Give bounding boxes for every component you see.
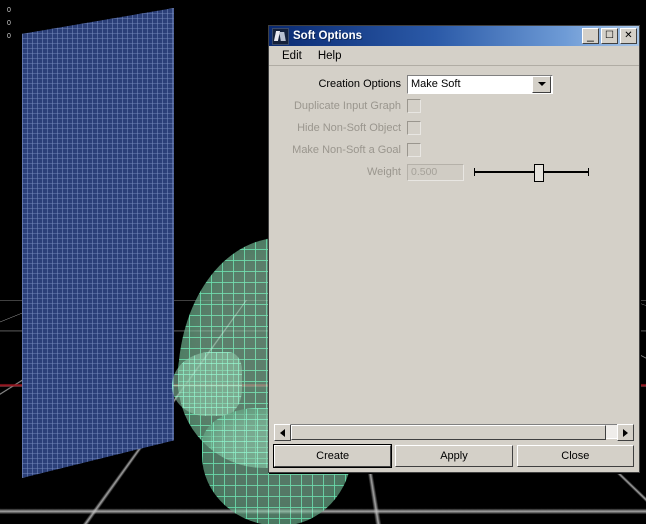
minimize-button[interactable]: _ (582, 28, 599, 44)
row-hide-non-soft-object: Hide Non-Soft Object (279, 119, 629, 137)
menu-edit[interactable]: Edit (274, 48, 310, 64)
scroll-left-arrow-icon[interactable] (274, 424, 291, 441)
close-icon: ✕ (621, 29, 636, 43)
menu-help[interactable]: Help (310, 48, 350, 64)
nose-wireframe (172, 352, 242, 416)
weight-slider[interactable] (474, 164, 589, 180)
minimize-icon: _ (583, 29, 598, 43)
row-make-non-soft-a-goal: Make Non-Soft a Goal (279, 141, 629, 159)
chevron-down-icon[interactable] (532, 76, 551, 93)
create-button[interactable]: Create (274, 445, 391, 467)
maya-app-icon (272, 28, 289, 45)
close-dialog-button[interactable]: Close (517, 445, 634, 467)
viewport-hud-counters: 0 0 0 (7, 4, 11, 43)
horizontal-scrollbar[interactable] (274, 424, 634, 439)
scrollbar-trough[interactable] (291, 424, 617, 439)
creation-options-label: Creation Options (279, 78, 407, 90)
head-nose (172, 352, 242, 416)
creation-options-dropdown[interactable]: Make Soft (407, 75, 553, 94)
soft-options-dialog: Soft Options _ ☐ ✕ Edit Help Creation Op… (268, 25, 640, 473)
weight-input[interactable]: 0.500 (407, 164, 464, 181)
make-non-soft-a-goal-label: Make Non-Soft a Goal (279, 144, 407, 156)
dialog-menubar: Edit Help (269, 46, 639, 66)
creation-options-value: Make Soft (408, 78, 532, 90)
dialog-title: Soft Options (293, 30, 580, 42)
dialog-action-buttons: Create Apply Close (274, 445, 634, 467)
hud-line-1: 0 (7, 17, 11, 30)
scrollbar-thumb[interactable] (291, 425, 606, 440)
close-button[interactable]: ✕ (620, 28, 637, 44)
selected-plane-object[interactable] (22, 8, 174, 478)
hide-non-soft-object-label: Hide Non-Soft Object (279, 122, 407, 134)
apply-button[interactable]: Apply (395, 445, 512, 467)
duplicate-input-graph-checkbox[interactable] (407, 99, 421, 113)
row-weight: Weight 0.500 (279, 163, 629, 181)
weight-slider-thumb[interactable] (534, 164, 544, 182)
hud-line-2: 0 (7, 30, 11, 43)
dialog-titlebar[interactable]: Soft Options _ ☐ ✕ (269, 26, 639, 46)
weight-slider-track (474, 171, 589, 173)
maximize-icon: ☐ (602, 29, 617, 43)
hud-line-0: 0 (7, 4, 11, 17)
application-window: 0 0 0 Soft Options _ ☐ ✕ Edit Help Cre (0, 0, 646, 524)
row-duplicate-input-graph: Duplicate Input Graph (279, 97, 629, 115)
scroll-right-arrow-icon[interactable] (617, 424, 634, 441)
maximize-button[interactable]: ☐ (601, 28, 618, 44)
hide-non-soft-object-checkbox[interactable] (407, 121, 421, 135)
weight-label: Weight (279, 166, 407, 178)
row-creation-options: Creation Options Make Soft (279, 75, 629, 93)
duplicate-input-graph-label: Duplicate Input Graph (279, 100, 407, 112)
options-form: Creation Options Make Soft Duplicate Inp… (269, 66, 639, 181)
make-non-soft-a-goal-checkbox[interactable] (407, 143, 421, 157)
